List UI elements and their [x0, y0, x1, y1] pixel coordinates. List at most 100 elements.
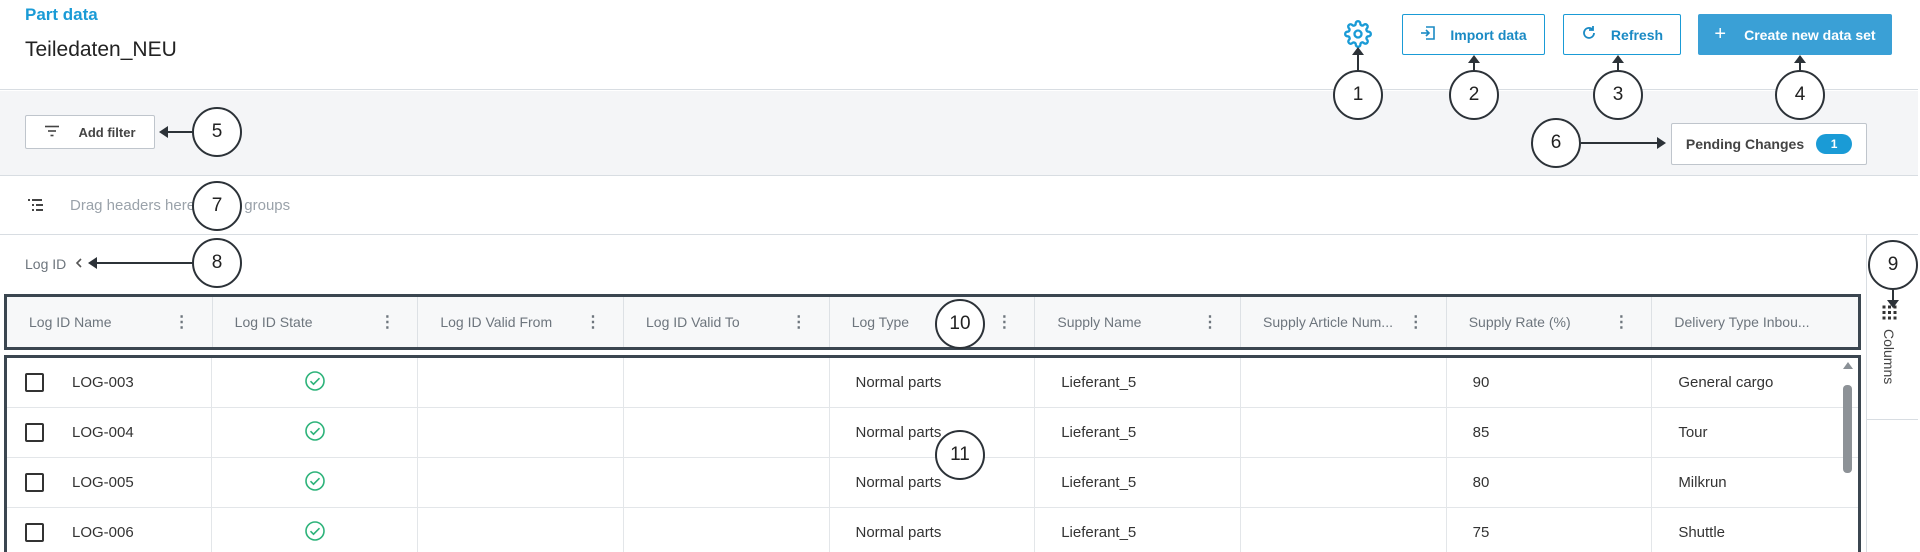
cell-log-type: Normal parts [830, 408, 1036, 457]
column-header-supply-article-number[interactable]: Supply Article Num... ⋮ [1241, 297, 1447, 347]
cell-log-id-valid-from [418, 458, 624, 507]
callout-1-arrow [1357, 52, 1359, 72]
column-header-label: Log ID Valid From [440, 314, 553, 330]
callout-2-arrowhead [1468, 55, 1480, 63]
import-icon [1420, 25, 1436, 44]
column-header-delivery-type-inbound[interactable]: Delivery Type Inbou... [1652, 297, 1858, 347]
row-group-icon [28, 198, 44, 217]
cell-log-id-valid-to [624, 358, 830, 407]
column-header-log-type[interactable]: Log Type ⋮ [830, 297, 1036, 347]
row-checkbox[interactable] [25, 473, 44, 492]
cell-supply-article-number [1241, 358, 1447, 407]
column-menu-icon[interactable]: ⋮ [174, 312, 190, 332]
log-id-name-value: LOG-004 [72, 424, 134, 441]
column-menu-icon[interactable]: ⋮ [1613, 312, 1629, 332]
cell-supply-name: Lieferant_5 [1035, 508, 1241, 552]
refresh-button[interactable]: Refresh [1563, 14, 1681, 55]
cell-log-type: Normal parts [830, 458, 1036, 507]
table-row[interactable]: LOG-005 Normal parts Lieferant_5 80 Milk… [7, 458, 1858, 508]
grid-header: Log ID Name ⋮ Log ID State ⋮ Log ID Valid … [4, 294, 1861, 350]
row-group-placeholder: Drag headers here to row groups [70, 197, 291, 214]
callout-9-arrowhead [1887, 300, 1899, 308]
cell-log-id-valid-from [418, 358, 624, 407]
cell-log-id-name: LOG-003 [7, 358, 213, 407]
column-menu-icon[interactable]: ⋮ [1408, 312, 1424, 332]
scroll-up-arrow-icon[interactable] [1843, 362, 1853, 369]
cell-log-id-valid-to [624, 508, 830, 552]
cell-log-id-name: LOG-005 [7, 458, 213, 507]
add-filter-button[interactable]: Add filter [25, 115, 155, 149]
callout-6: 6 [1531, 118, 1581, 168]
callout-8: 8 [192, 238, 242, 288]
create-new-data-set-button[interactable]: + Create new data set [1698, 14, 1892, 55]
callout-4: 4 [1775, 70, 1825, 120]
refresh-icon [1581, 25, 1597, 44]
columns-icon [1882, 305, 1897, 323]
cell-supply-rate: 90 [1447, 358, 1653, 407]
row-checkbox[interactable] [25, 373, 44, 392]
columns-label: Columns [1881, 329, 1898, 385]
column-menu-icon[interactable]: ⋮ [585, 312, 601, 332]
column-header-supply-name[interactable]: Supply Name ⋮ [1035, 297, 1242, 347]
cell-supply-name: Lieferant_5 [1035, 458, 1241, 507]
cell-delivery-type: General cargo [1678, 374, 1774, 391]
column-header-log-id-name[interactable]: Log ID Name ⋮ [7, 297, 213, 347]
create-new-data-set-label: Create new data set [1744, 26, 1876, 43]
columns-tab-content: Columns [1881, 305, 1898, 385]
column-header-label: Log ID Name [29, 314, 112, 330]
check-circle-icon [304, 520, 326, 546]
gear-icon[interactable] [1344, 20, 1372, 48]
callout-8-arrow [96, 262, 194, 264]
cell-supply-article-number [1241, 508, 1447, 552]
row-group-header[interactable]: Log ID [25, 256, 84, 272]
column-header-label: Delivery Type Inbou... [1674, 314, 1810, 330]
column-menu-icon[interactable]: ⋮ [791, 312, 807, 332]
cell-log-id-state [212, 508, 419, 552]
cell-log-type: Normal parts [830, 508, 1036, 552]
cell-delivery-type: Milkrun [1678, 474, 1727, 491]
callout-5: 5 [192, 107, 242, 157]
row-group-drop-zone[interactable]: Drag headers here to row groups [0, 177, 1918, 235]
row-checkbox[interactable] [25, 423, 44, 442]
pending-changes-label: Pending Changes [1685, 136, 1805, 152]
column-header-log-id-valid-to[interactable]: Log ID Valid To ⋮ [624, 297, 830, 347]
import-data-label: Import data [1450, 26, 1527, 43]
row-checkbox[interactable] [25, 523, 44, 542]
column-header-label: Log ID Valid To [646, 314, 740, 330]
table-row[interactable]: LOG-006 Normal parts Lieferant_5 75 Shut… [7, 508, 1858, 552]
cell-supply-rate: 80 [1447, 458, 1653, 507]
chevron-left-icon[interactable] [74, 256, 84, 272]
column-menu-icon[interactable]: ⋮ [1202, 312, 1218, 332]
column-header-label: Supply Name [1057, 314, 1142, 330]
column-header-log-id-valid-from[interactable]: Log ID Valid From ⋮ [418, 297, 625, 347]
table-row[interactable]: LOG-003 Normal parts Lieferant_5 90 Gene… [7, 358, 1858, 408]
cell-log-id-valid-to [624, 408, 830, 457]
column-menu-icon[interactable]: ⋮ [996, 312, 1012, 332]
check-circle-icon [304, 470, 326, 496]
cell-log-id-name: LOG-006 [7, 508, 213, 552]
breadcrumb[interactable]: Part data [25, 5, 98, 25]
pending-count-badge: 1 [1816, 134, 1853, 154]
column-menu-icon[interactable]: ⋮ [379, 312, 395, 332]
callout-10: 10 [935, 299, 985, 349]
cell-delivery-type: Shuttle [1678, 524, 1726, 541]
callout-2: 2 [1449, 70, 1499, 120]
scrollbar-thumb[interactable] [1843, 385, 1852, 473]
table-row[interactable]: LOG-004 Normal parts Lieferant_5 85 Tour [7, 408, 1858, 458]
row-group-label: Log ID [25, 256, 67, 272]
column-header-supply-rate[interactable]: Supply Rate (%) ⋮ [1447, 297, 1653, 347]
pending-changes-button[interactable]: Pending Changes 1 [1671, 123, 1867, 165]
page-title: Teiledaten_NEU [25, 38, 177, 61]
callout-5-arrow [166, 131, 194, 133]
refresh-label: Refresh [1610, 26, 1664, 43]
callout-7: 7 [192, 181, 242, 231]
callout-3-arrowhead [1612, 55, 1624, 63]
import-data-button[interactable]: Import data [1402, 14, 1545, 55]
column-header-log-id-state[interactable]: Log ID State ⋮ [213, 297, 419, 347]
callout-6-arrowhead [1657, 137, 1666, 149]
check-circle-icon [304, 420, 326, 446]
column-header-label: Supply Rate (%) [1468, 314, 1571, 330]
log-id-name-value: LOG-003 [72, 374, 134, 391]
vertical-scrollbar[interactable] [1842, 362, 1853, 552]
cell-log-id-valid-to [624, 458, 830, 507]
